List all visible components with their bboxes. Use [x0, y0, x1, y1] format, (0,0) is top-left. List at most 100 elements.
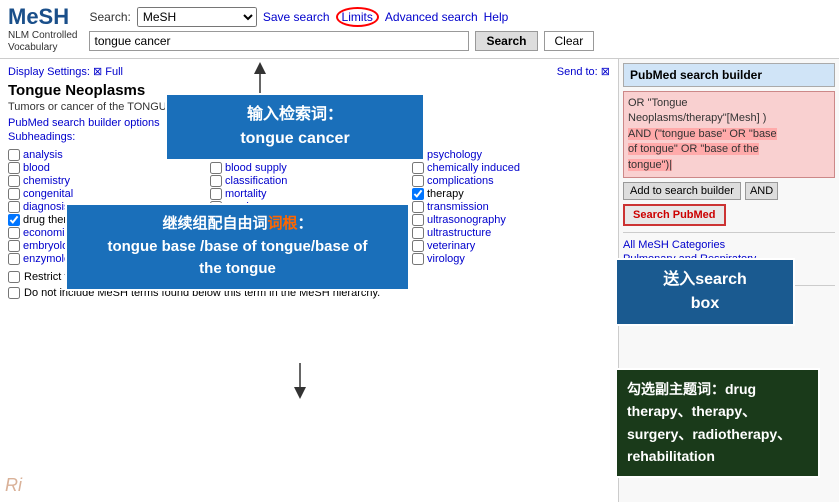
subheading-checkbox-ultra1[interactable]	[412, 214, 424, 226]
subheading-label-trans1[interactable]: transmission	[427, 201, 489, 213]
subheading-label-ultra1[interactable]: ultrasonography	[427, 214, 506, 226]
and-button[interactable]: AND	[745, 182, 778, 200]
donotinclude-checkbox[interactable]	[8, 287, 20, 299]
subheading-checkbox-virol1[interactable]	[412, 253, 424, 265]
subheading-checkbox-clas1[interactable]	[412, 175, 424, 187]
top-row: Display Settings: ⊠ Full Send to: ⊠	[8, 65, 610, 82]
subheading-item-therapy: therapy	[412, 188, 610, 200]
subheading-label-drug_therapy[interactable]: drug therapy	[23, 214, 85, 226]
builder-row: Add to search builder AND	[623, 182, 835, 200]
subheading-label-prev1[interactable]: prevention and control	[225, 253, 334, 265]
search-area: Search: MeSH All Fields Title Author Sav…	[89, 7, 594, 51]
nlm-mesh-browser-link[interactable]: NLM MeSH Browser	[623, 294, 723, 306]
subheading-checkbox-embr1[interactable]	[8, 240, 20, 252]
left-panel: Display Settings: ⊠ Full Send to: ⊠ Tong…	[0, 59, 619, 502]
subheading-label-blood1[interactable]: blood	[23, 162, 50, 174]
subheading-label-analysis[interactable]: analysis	[23, 149, 63, 161]
subheading-item-vet1: veterinary	[412, 240, 610, 252]
subheading-item-nurs1: nursing	[210, 201, 408, 213]
subheading-label-physio1[interactable]: physiopathology	[225, 240, 305, 252]
subheading-item-ultra1: ultrasonography	[412, 214, 610, 226]
subheading-item-enzym1: enzymology	[8, 253, 206, 265]
advanced-search-link[interactable]: Advanced search	[385, 10, 478, 24]
subheading-label-econ1[interactable]: economics	[23, 227, 76, 239]
add-to-search-builder-button[interactable]: Add to search builder	[623, 182, 741, 200]
subheading-item-analysis: analysis	[8, 149, 206, 161]
subheading-label-com1[interactable]: congenital	[23, 188, 73, 200]
subheading-label-ultra2[interactable]: ultrastructure	[427, 227, 491, 239]
subheading-item-drug_therapy: drug therapy	[8, 214, 206, 226]
subheading-label-epidemiology[interactable]: epidemiology	[225, 149, 290, 161]
subheading-checkbox-epidemiology[interactable]	[210, 149, 222, 161]
subheading-label-therapy[interactable]: therapy	[427, 188, 464, 200]
subheading-checkbox-blood3[interactable]	[412, 162, 424, 174]
subheading-checkbox-prev1[interactable]	[210, 253, 222, 265]
subheading-label-blood3[interactable]: chemically induced	[427, 162, 520, 174]
subheading-label-enzym1[interactable]: enzymology	[23, 253, 82, 265]
search-button[interactable]: Search	[475, 31, 537, 51]
subheading-checkbox-psychology[interactable]	[412, 149, 424, 161]
save-search-link[interactable]: Save search	[263, 10, 330, 24]
subheading-item-diag1: diagnosis	[8, 201, 206, 213]
subheading-checkbox-analysis[interactable]	[8, 149, 20, 161]
subheading-checkbox-mort1[interactable]	[210, 188, 222, 200]
restrict-checkbox[interactable]	[8, 271, 20, 283]
subheading-label-para1[interactable]: parasitology	[225, 214, 284, 226]
subheading-checkbox-nurs1[interactable]	[210, 201, 222, 213]
subheading-label-mort1[interactable]: mortality	[225, 188, 267, 200]
subheading-checkbox-path1[interactable]	[210, 227, 222, 239]
all-mesh-categories-link[interactable]: All MeSH Categories	[623, 239, 835, 251]
subheading-label-nurs1[interactable]: nursing	[225, 201, 261, 213]
subheading-item-virol1: virology	[412, 253, 610, 265]
subheading-checkbox-drug_therapy[interactable]	[8, 214, 20, 226]
subheading-checkbox-com1[interactable]	[8, 188, 20, 200]
clear-button[interactable]: Clear	[544, 31, 595, 51]
logo-subtitle: NLM ControlledVocabulary	[8, 30, 77, 54]
right-panel-title: PubMed search builder	[623, 63, 835, 87]
subheading-checkbox-vet1[interactable]	[412, 240, 424, 252]
subheading-checkbox-physio1[interactable]	[210, 240, 222, 252]
subheading-item-clas1: complications	[412, 175, 610, 187]
subheading-item-chem1: chemistry	[8, 175, 206, 187]
display-settings[interactable]: Display Settings: ⊠ Full	[8, 65, 123, 78]
subheading-item-path1: pathology	[210, 227, 408, 239]
subheadings-label[interactable]: Subheadings:	[8, 131, 610, 143]
subheading-checkbox-blood1[interactable]	[8, 162, 20, 174]
help-link[interactable]: Help	[484, 10, 509, 24]
watermark: Ri	[5, 475, 22, 496]
subheading-checkbox-therapy[interactable]	[412, 188, 424, 200]
query-input[interactable]	[89, 31, 469, 51]
subheading-label-path1[interactable]: pathology	[225, 227, 273, 239]
pulmonary-link[interactable]: Pulmonary and Respiratory...	[623, 253, 835, 265]
subheading-label-virol1[interactable]: virology	[427, 253, 465, 265]
subheading-item-com1: congenital	[8, 188, 206, 200]
subheading-checkbox-blood2[interactable]	[210, 162, 222, 174]
search-label: Search:	[89, 10, 130, 24]
subheading-label-blood2[interactable]: blood supply	[225, 162, 287, 174]
send-to[interactable]: Send to: ⊠	[557, 65, 610, 78]
subheading-checkbox-trans1[interactable]	[412, 201, 424, 213]
subheading-checkbox-enzym1[interactable]	[8, 253, 20, 265]
subheading-label-diag1[interactable]: diagnosis	[23, 201, 69, 213]
subheading-label-psychology[interactable]: psychology	[427, 149, 482, 161]
display-settings-link[interactable]: Display Settings: ⊠ Full	[8, 66, 123, 78]
limits-button[interactable]: Limits	[336, 7, 379, 27]
subheading-label-clas1[interactable]: complications	[427, 175, 494, 187]
pubmed-search-builder-link[interactable]: PubMed search builder options	[8, 117, 160, 129]
subheading-checkbox-chem1[interactable]	[8, 175, 20, 187]
subheading-checkbox-econ1[interactable]	[8, 227, 20, 239]
clinical-studies-link[interactable]: Clinical studies as topic	[623, 267, 835, 279]
subheading-label-vet1[interactable]: veterinary	[427, 240, 475, 252]
subheading-label-chem1[interactable]: chemistry	[23, 175, 70, 187]
subheading-checkbox-chem2[interactable]	[210, 175, 222, 187]
search-type-select[interactable]: MeSH All Fields Title Author	[137, 7, 257, 27]
subheading-checkbox-para1[interactable]	[210, 214, 222, 226]
main: Display Settings: ⊠ Full Send to: ⊠ Tong…	[0, 59, 839, 502]
subheading-label-chem2[interactable]: classification	[225, 175, 287, 187]
subheading-checkbox-ultra2[interactable]	[412, 227, 424, 239]
term-description: Tumors or cancer of the TONGUE.	[8, 101, 610, 113]
subheading-label-embr1[interactable]: embryology	[23, 240, 80, 252]
highlighted-text: AND ("tongue base" OR "base of tongue" O…	[628, 128, 777, 171]
subheading-checkbox-diag1[interactable]	[8, 201, 20, 213]
search-pubmed-button[interactable]: Search PubMed	[623, 204, 726, 226]
